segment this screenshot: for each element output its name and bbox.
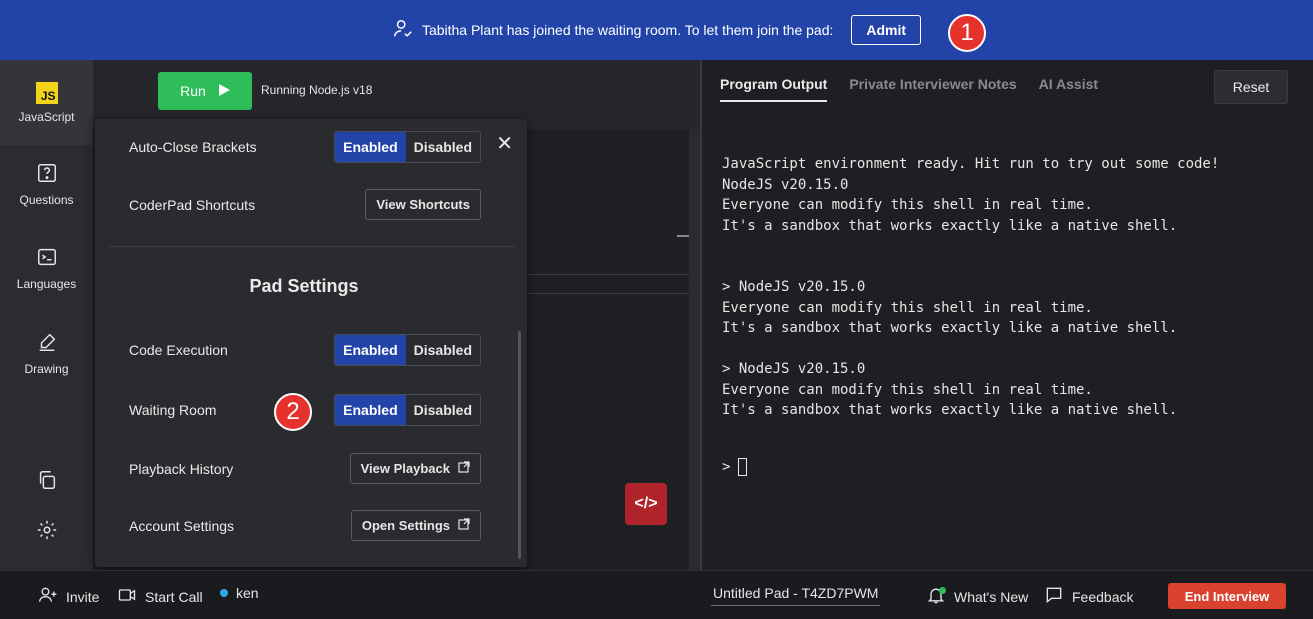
run-status: Running Node.js v18 (261, 83, 373, 97)
sidebar-item-label: Languages (16, 277, 77, 291)
enabled-option[interactable]: Enabled (335, 132, 406, 162)
button-label: Open Settings (361, 518, 450, 533)
add-user-icon (38, 585, 58, 608)
feedback-label: Feedback (1072, 588, 1134, 605)
javascript-icon: JS (35, 82, 58, 104)
setting-account-settings: Account Settings Open Settings (129, 510, 481, 541)
gear-icon (36, 519, 58, 544)
step-marker-1: 1 (948, 14, 986, 52)
invite-button[interactable]: Invite (38, 585, 99, 608)
setting-label: Auto-Close Brackets (129, 139, 257, 155)
bell-icon (926, 585, 946, 608)
setting-label: Code Execution (129, 342, 228, 358)
participant-ken[interactable]: ken (220, 585, 259, 601)
editor-active-line (513, 274, 693, 294)
waiting-room-toggle[interactable]: Enabled Disabled (334, 394, 481, 426)
setting-label: Waiting Room (129, 402, 217, 418)
setting-coderpad-shortcuts: CoderPad Shortcuts View Shortcuts (129, 189, 481, 220)
reset-button[interactable]: Reset (1214, 70, 1288, 104)
waiting-room-banner: Tabitha Plant has joined the waiting roo… (0, 0, 1313, 60)
participant-name: ken (236, 585, 259, 601)
sidebar-item-languages[interactable]: Languages (0, 246, 93, 291)
settings-scrollbar[interactable] (518, 331, 521, 559)
output-pane: Program Output Private Interviewer Notes… (702, 60, 1313, 570)
setting-auto-close-brackets: Auto-Close Brackets Enabled Disabled (129, 131, 481, 163)
pad-settings-title: Pad Settings (249, 276, 359, 296)
tab-ai-assist[interactable]: AI Assist (1039, 76, 1098, 102)
run-button[interactable]: Run (158, 72, 252, 110)
button-label: View Playback (360, 461, 450, 476)
enabled-option[interactable]: Enabled (335, 335, 406, 365)
auto-close-brackets-toggle[interactable]: Enabled Disabled (334, 131, 481, 163)
online-status-icon (220, 589, 228, 597)
view-shortcuts-button[interactable]: View Shortcuts (365, 189, 481, 220)
run-label: Run (180, 83, 206, 99)
sidebar-item-questions[interactable]: Questions (0, 162, 93, 207)
code-execution-toggle[interactable]: Enabled Disabled (334, 334, 481, 366)
sidebar-item-label: Questions (19, 193, 74, 207)
user-check-icon (392, 18, 414, 43)
code-view-icon[interactable]: </> (625, 483, 667, 525)
setting-label: Account Settings (129, 517, 235, 534)
bottom-bar: Invite Start Call ken Untitled Pad - T4Z… (0, 570, 1313, 619)
banner-message: Tabitha Plant has joined the waiting roo… (421, 22, 834, 38)
output-tabs: Program Output Private Interviewer Notes… (720, 76, 1098, 102)
disabled-option[interactable]: Disabled (405, 335, 480, 365)
feedback-button[interactable]: Feedback (1044, 585, 1133, 608)
button-label: View Shortcuts (376, 197, 470, 212)
setting-label: Playback History (129, 460, 234, 477)
sidebar-item-label: JavaScript (18, 110, 75, 124)
invite-label: Invite (66, 588, 100, 605)
disabled-option[interactable]: Disabled (405, 132, 480, 162)
end-interview-button[interactable]: End Interview (1168, 583, 1286, 609)
console-prompt[interactable]: > (722, 458, 748, 476)
text-cursor (738, 458, 748, 476)
tab-program-output[interactable]: Program Output (720, 76, 828, 102)
admit-button[interactable]: Admit (851, 15, 922, 45)
settings-button[interactable] (0, 519, 93, 544)
view-playback-button[interactable]: View Playback (349, 453, 481, 484)
pen-icon (36, 331, 58, 356)
disabled-option[interactable]: Disabled (405, 395, 480, 425)
settings-divider (109, 246, 515, 247)
setting-label: CoderPad Shortcuts (129, 196, 256, 213)
copy-icon (36, 469, 58, 494)
setting-playback-history: Playback History View Playback (129, 453, 481, 484)
console-output: JavaScript environment ready. Hit run to… (722, 156, 1220, 418)
pad-title-field[interactable]: Untitled Pad - T4ZD7PWM (711, 581, 881, 606)
open-settings-button[interactable]: Open Settings (350, 510, 481, 541)
start-call-label: Start Call (145, 588, 203, 605)
whats-new-button[interactable]: What's New (926, 585, 1028, 608)
close-icon[interactable]: ✕ (496, 131, 513, 156)
play-icon (218, 83, 230, 99)
terminal-icon (36, 246, 58, 271)
tab-interviewer-notes[interactable]: Private Interviewer Notes (849, 76, 1016, 102)
prompt-symbol: > (722, 459, 731, 475)
external-link-icon (458, 518, 470, 533)
start-call-button[interactable]: Start Call (117, 585, 203, 608)
sidebar-item-label: Drawing (24, 362, 69, 376)
copy-button[interactable] (0, 469, 93, 494)
sidebar-item-drawing[interactable]: Drawing (0, 331, 93, 376)
enabled-option[interactable]: Enabled (335, 395, 406, 425)
sidebar: JS JavaScript Questions Languages Drawin… (0, 60, 93, 570)
settings-panel: ✕ Auto-Close Brackets Enabled Disabled C… (95, 119, 527, 567)
question-icon (36, 162, 58, 187)
video-icon (117, 585, 137, 608)
step-marker-2: 2 (274, 393, 312, 431)
whats-new-label: What's New (954, 588, 1029, 605)
sidebar-item-javascript[interactable]: JS JavaScript (0, 60, 93, 145)
setting-code-execution: Code Execution Enabled Disabled (129, 334, 481, 366)
chat-bubble-icon (1044, 585, 1064, 608)
editor-scrollbar[interactable] (689, 130, 700, 570)
external-link-icon (458, 461, 470, 476)
